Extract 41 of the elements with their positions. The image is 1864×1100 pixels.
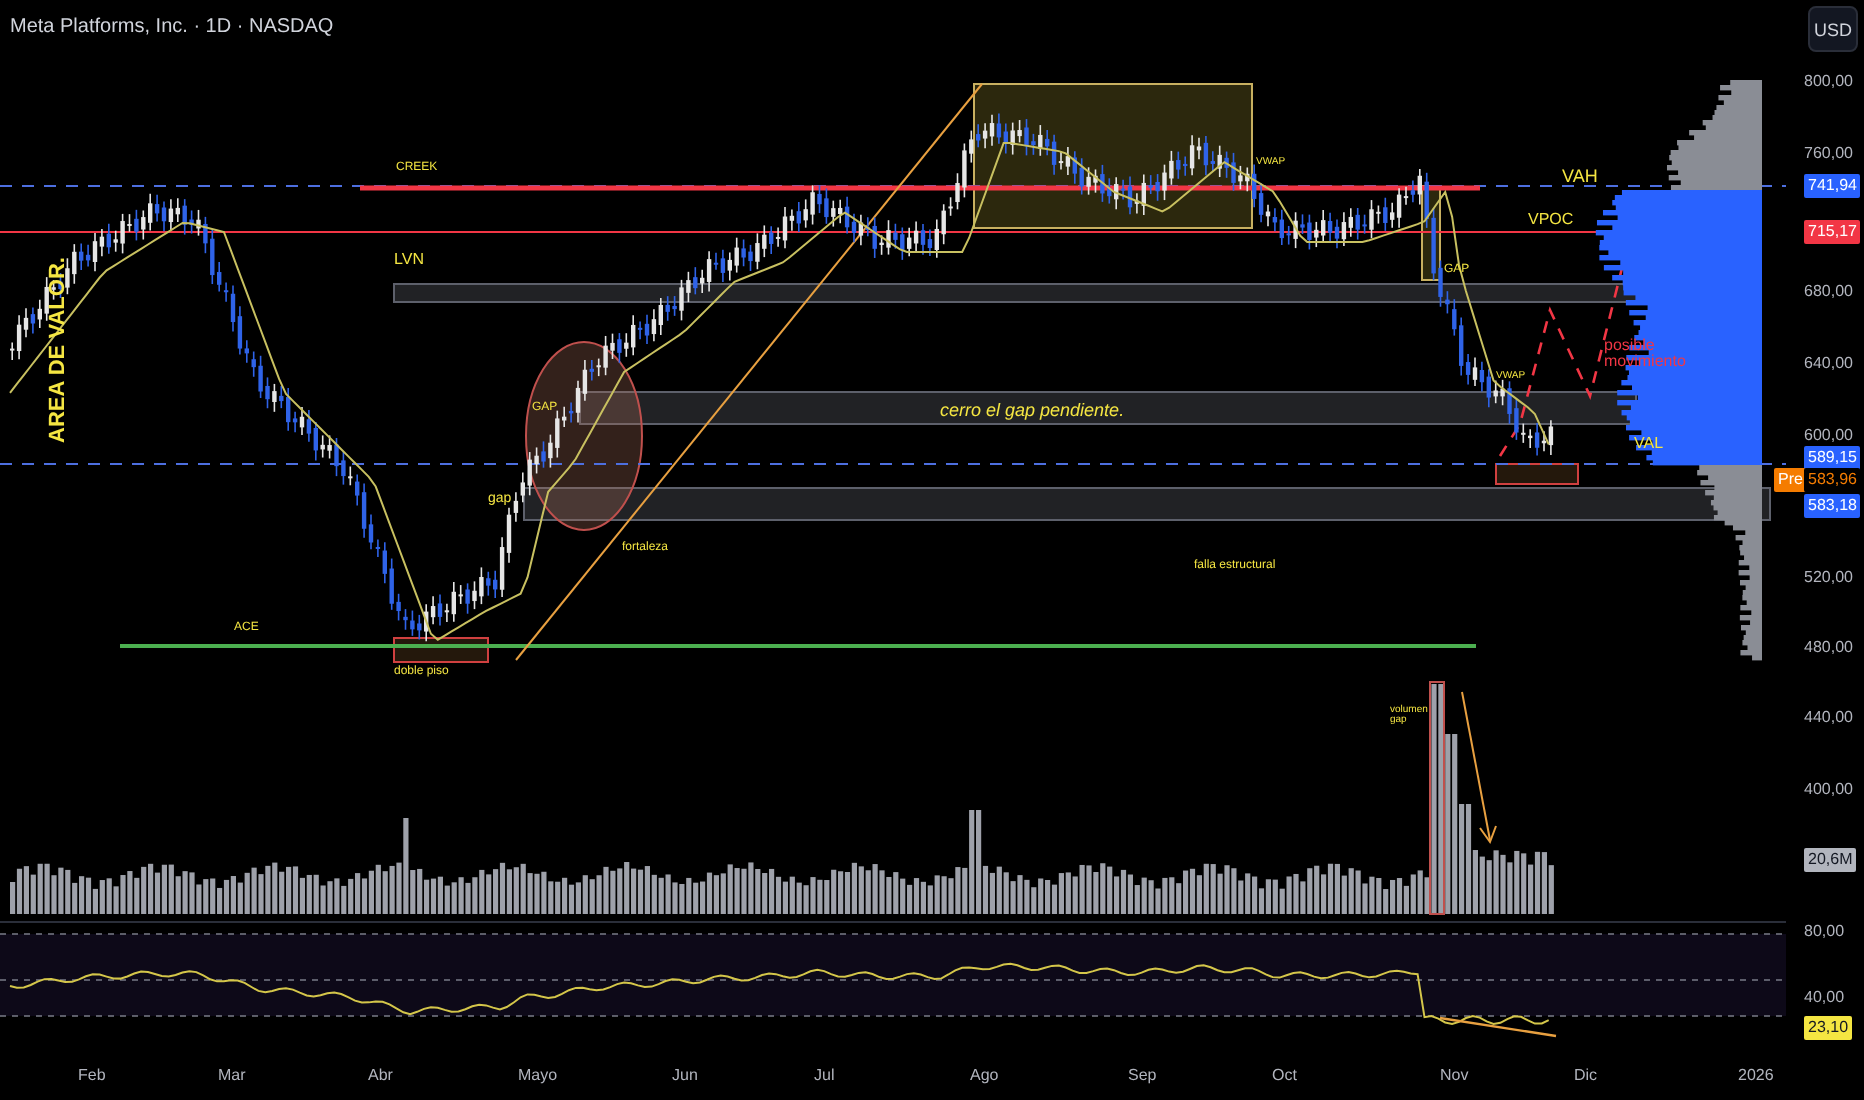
time-axis-label: Mar	[218, 1066, 246, 1084]
price-badge: 583,96	[1804, 468, 1861, 492]
chart-annotation: VPOC	[1528, 212, 1574, 229]
price-axis-label: 480,00	[1804, 638, 1853, 656]
price-axis-label: 640,00	[1804, 354, 1853, 372]
price-axis-label: 520,00	[1804, 568, 1853, 586]
support-rectangle	[1495, 463, 1579, 485]
price-badge: 715,17	[1804, 220, 1861, 244]
rsi-axis-label: 40,00	[1804, 988, 1845, 1006]
chart-annotation: cerro el gap pendiente.	[940, 402, 1125, 421]
price-badge: 741,94	[1804, 174, 1861, 198]
price-badge: 583,18	[1804, 494, 1861, 518]
chart-annotation: AREA DE VALOR.	[48, 257, 72, 443]
time-axis-label: Jul	[814, 1066, 835, 1084]
chart-title: Meta Platforms, Inc. · 1D · NASDAQ	[10, 16, 334, 38]
currency-button[interactable]: USD	[1808, 6, 1858, 52]
time-axis-label: Mayo	[518, 1066, 558, 1084]
price-axis-label: 800,00	[1804, 72, 1853, 90]
price-axis-label: 760,00	[1804, 144, 1853, 162]
time-axis-label: Dic	[1574, 1066, 1598, 1084]
price-badge: 589,15	[1804, 446, 1861, 470]
time-axis-label: Nov	[1440, 1066, 1469, 1084]
time-axis-label: Oct	[1272, 1066, 1297, 1084]
time-axis-label: 2026	[1738, 1066, 1774, 1084]
chart-annotation: LVN	[394, 252, 424, 269]
time-axis-label: Abr	[368, 1066, 393, 1084]
chart-annotation: VAH	[1562, 168, 1598, 187]
time-axis-label: Ago	[970, 1066, 999, 1084]
time-axis-label: Feb	[78, 1066, 106, 1084]
price-axis-label: 400,00	[1804, 780, 1853, 798]
price-axis-label: 440,00	[1804, 708, 1853, 726]
price-axis-label: 600,00	[1804, 426, 1853, 444]
volume-badge: 20,6M	[1804, 848, 1857, 872]
time-axis-label: Jun	[672, 1066, 698, 1084]
time-axis-label: Sep	[1128, 1066, 1157, 1084]
trend-line	[1439, 1016, 1557, 1038]
rsi-axis-label: 80,00	[1804, 922, 1845, 940]
rsi-badge: 23,10	[1804, 1016, 1853, 1040]
support-rectangle	[393, 637, 489, 663]
price-axis-label: 680,00	[1804, 282, 1853, 300]
premarket-tag: Pre	[1774, 468, 1807, 492]
